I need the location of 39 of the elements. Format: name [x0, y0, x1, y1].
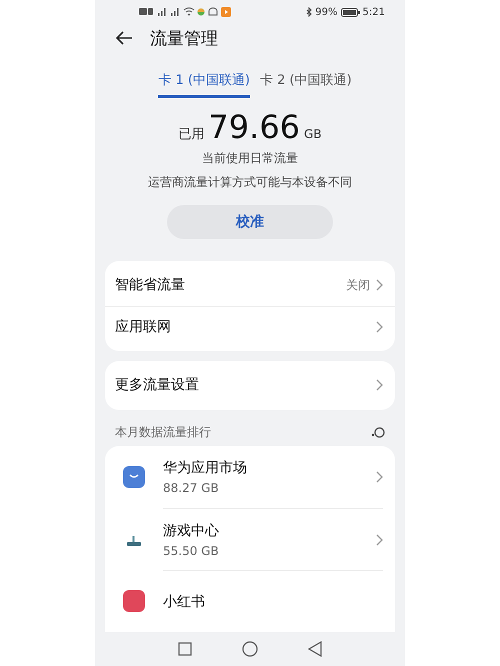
settings-row[interactable]: 智能省流量 关闭 [105, 264, 395, 306]
chevron-icon [376, 279, 383, 292]
app-icon [123, 590, 145, 612]
chevron-icon [376, 320, 383, 333]
data-used-amount: 79.66 [208, 108, 300, 146]
recents-icon[interactable] [178, 642, 192, 656]
bluetooth-icon [306, 7, 312, 18]
used-label: 已用 [178, 126, 204, 143]
chevron-icon [376, 379, 383, 392]
clock-time: 5:21 [362, 6, 385, 18]
setting-value: 关闭 [346, 276, 370, 294]
data-unit: GB [304, 126, 322, 141]
home-icon[interactable] [242, 641, 258, 657]
back-icon[interactable] [308, 641, 322, 657]
chevron-icon [376, 534, 383, 546]
settings-row[interactable]: 应用联网 [105, 306, 395, 347]
shopping-bag-icon [123, 466, 145, 488]
setting-label: 更多流量设置 [115, 376, 200, 394]
section-title: 本月数据流量排行 [115, 424, 212, 442]
setting-label: 应用联网 [115, 318, 172, 336]
chevron-icon [376, 471, 383, 483]
app-name: 游戏中心 [163, 522, 220, 540]
sim-tab[interactable]: 卡 1 (中国联通) [158, 66, 250, 98]
joystick-icon [127, 536, 141, 546]
setting-label: 智能省流量 [115, 276, 186, 294]
app-name: 华为应用市场 [163, 459, 248, 477]
carrier-note: 运营商流量计算方式可能与本设备不同 [147, 174, 353, 191]
battery-icon [340, 8, 360, 17]
app-usage: 88.27 GB [163, 481, 220, 495]
calibrate-button[interactable]: 校准 [167, 204, 333, 239]
page-title: 流量管理 [150, 28, 218, 50]
search-icon[interactable] [371, 426, 385, 439]
back-arrow-icon[interactable] [115, 31, 133, 46]
sim-tab[interactable]: 卡 2 (中国联通) [260, 66, 352, 98]
battery-percent: 99% [315, 6, 338, 18]
settings-row[interactable]: 更多流量设置 [105, 364, 395, 406]
usage-caption: 当前使用日常流量 [201, 150, 299, 167]
app-usage: 55.50 GB [163, 544, 220, 558]
app-name: 小红书 [163, 592, 206, 610]
